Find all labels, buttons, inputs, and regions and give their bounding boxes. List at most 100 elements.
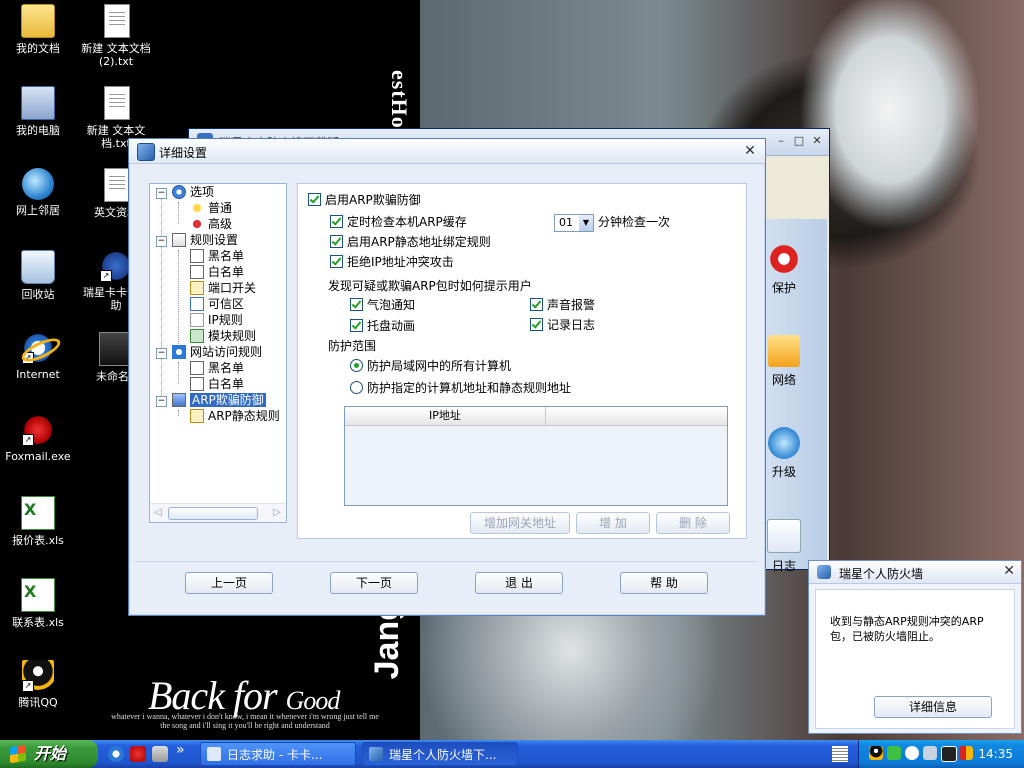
details-button[interactable]: 详细信息 [874, 696, 992, 718]
notification-title: 瑞星个人防火墙 [839, 567, 924, 581]
tree-item-whitelist[interactable]: 白名单 [190, 264, 244, 280]
tree-item-label: 白名单 [208, 377, 245, 391]
keyboard-icon[interactable] [832, 746, 848, 762]
quicklaunch-app-icon[interactable] [152, 746, 168, 762]
monitor-tray-icon[interactable] [941, 746, 957, 762]
checkbox-box [530, 298, 543, 311]
tree-item-general[interactable]: 普通 [190, 200, 232, 216]
chevron-down-icon[interactable]: ▼ [579, 215, 593, 231]
tree-item-blacklist[interactable]: 黑名单 [190, 248, 244, 264]
tree-item-trusted-zone[interactable]: 可信区 [190, 296, 244, 312]
desktop-icon-new-text-2[interactable]: 新建 文本文档 (2).txt [80, 4, 152, 68]
quicklaunch-ie-icon[interactable] [108, 746, 124, 762]
tree-item-ip-rules[interactable]: IP规则 [190, 312, 243, 328]
delete-button[interactable]: 删 除 [656, 512, 730, 534]
rising-tray-icon[interactable] [887, 746, 901, 760]
taskbar: 开始 » 日志求助 - 卡卡... 瑞星个人防火墙下... 14:35 [0, 740, 1024, 768]
tree-item-port-switch[interactable]: 端口开关 [190, 280, 256, 296]
scope-all-radio[interactable]: 防护局域网中的所有计算机 [350, 358, 511, 374]
tree-collapse-icon[interactable]: − [156, 236, 167, 247]
close-icon[interactable]: ✕ [741, 142, 759, 160]
excel-file-icon [21, 496, 55, 530]
add-button[interactable]: 增 加 [576, 512, 650, 534]
text-file-icon [104, 4, 130, 38]
help-button[interactable]: 帮 助 [620, 572, 708, 594]
clock[interactable]: 14:35 [978, 740, 1013, 768]
desktop-icon-my-computer[interactable]: 我的电脑 [2, 86, 74, 137]
tray-animation-checkbox[interactable]: 托盘动画 [350, 318, 415, 334]
dialog-titlebar[interactable]: 详细设置 ✕ [129, 139, 765, 164]
task-button-firewall[interactable]: 瑞星个人防火墙下... [362, 742, 518, 766]
close-icon[interactable]: ✕ [1003, 563, 1015, 579]
tree-item-web-blacklist[interactable]: 黑名单 [190, 360, 244, 376]
timed-check-checkbox[interactable]: 定时检查本机ARP缓存 [330, 214, 467, 230]
qq-tray-icon[interactable] [869, 746, 883, 760]
tree-collapse-icon[interactable]: − [156, 188, 167, 199]
detail-settings-dialog[interactable]: 详细设置 ✕ − − − − 选项 普通 高级 规则设置 黑名单 白名单 端口开… [128, 138, 766, 616]
tree-item-module-rules[interactable]: 模块规则 [190, 328, 256, 344]
checkbox-box [308, 193, 321, 206]
checkbox-label: 启用ARP静态地址绑定规则 [347, 235, 491, 249]
record-log-checkbox[interactable]: 记录日志 [530, 317, 595, 333]
network-tray-icon[interactable] [905, 746, 919, 760]
column-header-ip[interactable]: IP地址 [345, 407, 546, 425]
tree-item-rule-settings[interactable]: 规则设置 [172, 232, 238, 248]
tree-item-label: 白名单 [208, 265, 245, 279]
tree-collapse-icon[interactable]: − [156, 396, 167, 407]
next-page-button[interactable]: 下一页 [330, 572, 418, 594]
tree-item-advanced[interactable]: 高级 [190, 216, 232, 232]
tree-item-arp-defense[interactable]: ARP欺骗防御 [172, 392, 266, 408]
desktop-icon-internet[interactable]: ↗ Internet [2, 332, 74, 381]
desktop-icon-network[interactable]: 网上邻居 [2, 168, 74, 217]
minimize-icon[interactable]: – [775, 135, 787, 147]
network-icon [22, 168, 54, 200]
tree-collapse-icon[interactable]: − [156, 348, 167, 359]
tree-connector [178, 362, 179, 384]
desktop-icon-label: 网上邻居 [16, 204, 60, 217]
tree-item-arp-static-rules[interactable]: ARP静态规则 [190, 408, 280, 424]
enable-arp-checkbox[interactable]: 启用ARP欺骗防御 [308, 192, 421, 208]
static-bind-checkbox[interactable]: 启用ARP静态地址绑定规则 [330, 234, 491, 250]
checkbox-label: 记录日志 [547, 318, 596, 332]
ip-address-list[interactable]: IP地址 [344, 406, 728, 506]
tree-item-web-whitelist[interactable]: 白名单 [190, 376, 244, 392]
close-icon[interactable]: ✕ [811, 135, 823, 147]
computer-icon [21, 86, 55, 120]
interval-minutes-select[interactable]: 01 ▼ [554, 214, 594, 232]
settings-tree[interactable]: − − − − 选项 普通 高级 规则设置 黑名单 白名单 端口开关 可信区 I… [149, 183, 287, 523]
rules-icon [172, 233, 186, 247]
arp-settings-pane: 启用ARP欺骗防御 定时检查本机ARP缓存 01 ▼ 分钟检查一次 启用ARP静… [297, 183, 747, 539]
tree-horizontal-scrollbar[interactable]: ◁ ▷ [150, 503, 286, 522]
firewall-notification-popup[interactable]: 瑞星个人防火墙 ✕ 收到与静态ARP规则冲突的ARP包，已被防火墙阻止。 详细信… [808, 560, 1022, 734]
exit-button[interactable]: 退 出 [475, 572, 563, 594]
sound-alarm-checkbox[interactable]: 声音报警 [530, 297, 595, 313]
tree-item-web-access-rules[interactable]: 网站访问规则 [172, 344, 262, 360]
desktop-icon-qq[interactable]: ↗ 腾讯QQ [2, 660, 74, 709]
tree-item-options[interactable]: 选项 [172, 184, 214, 200]
excel-file-icon [21, 578, 55, 612]
bubble-notify-checkbox[interactable]: 气泡通知 [350, 297, 415, 313]
previous-page-button[interactable]: 上一页 [185, 572, 273, 594]
desktop-icon-quote-xls[interactable]: 报价表.xls [2, 496, 74, 547]
reject-ip-conflict-checkbox[interactable]: 拒绝IP地址冲突攻击 [330, 254, 454, 270]
add-gateway-button[interactable]: 增加网关地址 [470, 512, 570, 534]
desktop-icon-recycle-bin[interactable]: 回收站 [2, 250, 74, 301]
desktop-icon-label: Internet [16, 368, 60, 381]
scrollbar-thumb[interactable] [168, 507, 258, 520]
scope-specific-radio[interactable]: 防护指定的计算机地址和静态规则地址 [350, 380, 571, 396]
firewall-shield-icon [817, 565, 831, 579]
scroll-right-icon[interactable]: ▷ [272, 507, 282, 519]
start-button[interactable]: 开始 [0, 740, 98, 768]
volume-tray-icon[interactable] [923, 746, 937, 760]
firewall-tray-icon[interactable] [959, 746, 973, 760]
dialog-title: 详细设置 [159, 146, 208, 160]
side-item-label: 保护 [771, 281, 796, 295]
scroll-left-icon[interactable]: ◁ [153, 507, 163, 519]
desktop-icon-my-documents[interactable]: 我的文档 [2, 4, 74, 55]
quicklaunch-more-icon[interactable]: » [176, 742, 192, 758]
desktop-icon-contacts-xls[interactable]: 联系表.xls [2, 578, 74, 629]
task-button-forum[interactable]: 日志求助 - 卡卡... [200, 742, 356, 766]
maximize-icon[interactable]: □ [793, 135, 805, 147]
quicklaunch-foxmail-icon[interactable] [130, 746, 146, 762]
desktop-icon-foxmail[interactable]: ↗ Foxmail.exe [2, 414, 74, 463]
